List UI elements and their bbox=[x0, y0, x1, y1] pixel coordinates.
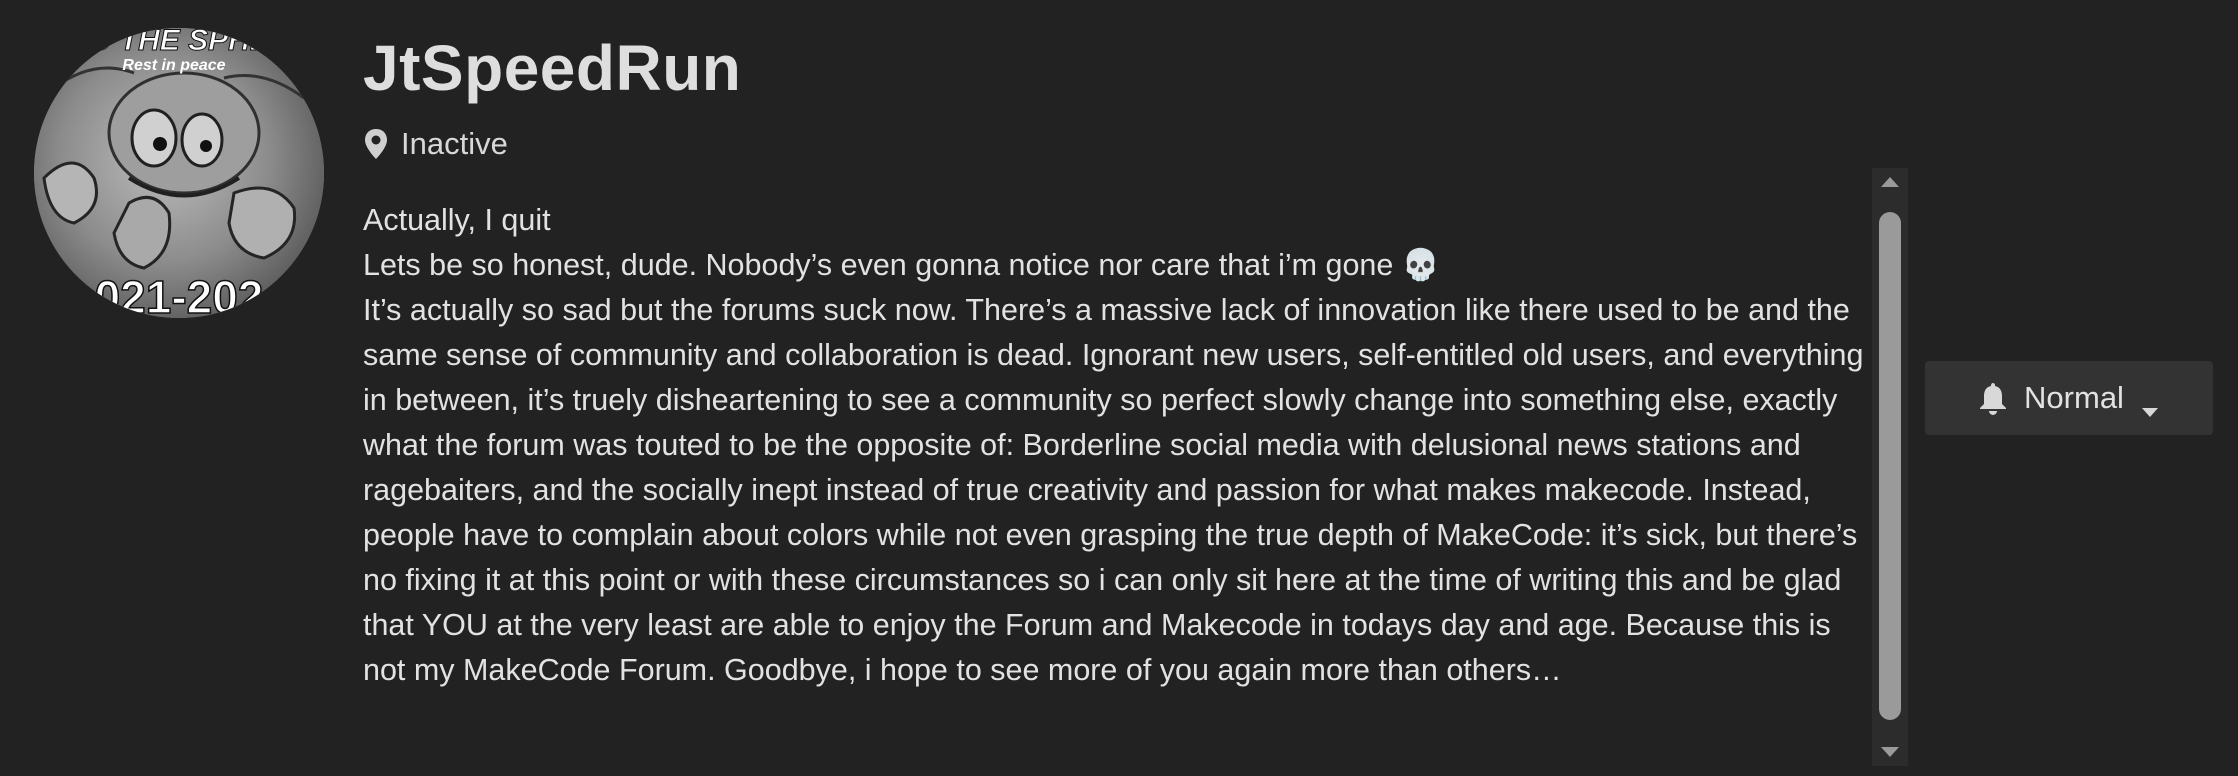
scrollbar-thumb[interactable] bbox=[1879, 212, 1901, 720]
bio-line: It’s actually so sad but the forums suck… bbox=[363, 293, 1864, 687]
bell-icon bbox=[1978, 381, 2008, 415]
user-location: Inactive bbox=[363, 124, 508, 164]
map-pin-icon bbox=[363, 128, 389, 160]
scroll-up-arrow-icon[interactable] bbox=[1872, 168, 1908, 196]
username: JtSpeedRun bbox=[363, 32, 742, 104]
caret-down-icon bbox=[2140, 391, 2160, 417]
avatar-image: O THE SPHE Rest in peace 021-202 bbox=[34, 28, 324, 318]
bio-container: Actually, I quit Lets be so honest, dude… bbox=[363, 168, 1908, 766]
bio-text: Actually, I quit Lets be so honest, dude… bbox=[363, 198, 1873, 758]
notification-level-button[interactable]: Normal bbox=[1925, 361, 2213, 435]
avatar-subtitle: Rest in peace bbox=[122, 57, 225, 74]
user-profile-card: O THE SPHE Rest in peace 021-202 JtSpeed… bbox=[0, 0, 2238, 776]
avatar[interactable]: O THE SPHE Rest in peace 021-202 bbox=[34, 28, 324, 318]
avatar-top-text: O THE SPHE bbox=[88, 28, 271, 57]
bio-line: Actually, I quit bbox=[363, 203, 551, 237]
user-status-text: Inactive bbox=[401, 126, 508, 161]
notification-level-label: Normal bbox=[2024, 380, 2124, 415]
bio-scrollbar[interactable] bbox=[1872, 168, 1908, 766]
scroll-down-arrow-icon[interactable] bbox=[1872, 738, 1908, 766]
bio-line: Lets be so honest, dude. Nobody’s even g… bbox=[363, 248, 1440, 282]
avatar-bottom-text: 021-202 bbox=[95, 271, 264, 318]
